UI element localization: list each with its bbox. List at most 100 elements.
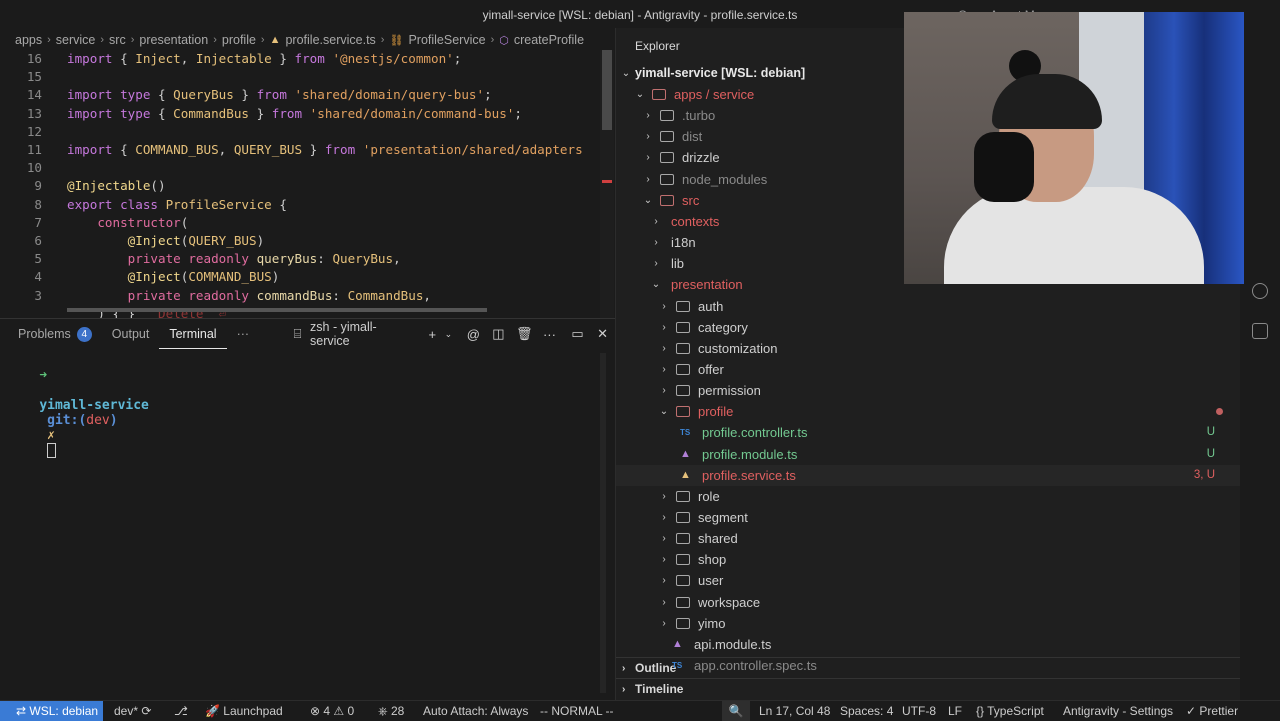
code-token: } <box>302 142 325 157</box>
code-editor[interactable]: ) { } Delete `⏎`3 private readonly comma… <box>0 50 615 318</box>
code-line[interactable]: 10 <box>0 159 615 177</box>
agent-icon[interactable] <box>1252 283 1268 299</box>
code-line[interactable]: 9 @Injectable() <box>0 177 615 195</box>
ports-status[interactable]: ⎈ 28 <box>378 701 404 721</box>
scrollbar-thumb[interactable] <box>602 50 612 130</box>
code-line[interactable]: 8 export class ProfileService { <box>0 196 615 214</box>
folder-item[interactable]: › workspace <box>616 592 1240 613</box>
code-line[interactable]: 5 private readonly queryBus: QueryBus, <box>0 250 615 268</box>
folder-item[interactable]: › yimo <box>616 613 1240 634</box>
folder-item[interactable]: › user <box>616 570 1240 591</box>
terminal-name[interactable]: zsh - yimall-service <box>310 320 410 348</box>
branch-status[interactable]: dev* ⟳ <box>114 701 151 721</box>
panel-more-button[interactable]: ··· <box>227 319 260 349</box>
end-of-line[interactable]: LF <box>948 701 962 721</box>
tree-item-label: segment <box>698 510 748 525</box>
breadcrumb-item[interactable]: createProfile <box>514 33 584 47</box>
code-line[interactable]: 7 constructor( <box>0 214 615 232</box>
breadcrumb-item[interactable]: presentation <box>139 33 208 47</box>
folder-item[interactable]: › category <box>616 317 1240 338</box>
code-line[interactable]: 6 @Inject(QUERY_BUS) <box>0 232 615 250</box>
split-terminal-icon[interactable]: ◫ <box>491 326 506 342</box>
rocket-icon: 🚀 <box>205 704 224 718</box>
language-mode[interactable]: {} TypeScript <box>976 701 1044 721</box>
breadcrumb-item[interactable]: ProfileService <box>408 33 485 47</box>
file-item[interactable]: ▲ profile.module.ts U <box>616 444 1240 465</box>
code-line[interactable]: 4 @Inject(COMMAND_BUS) <box>0 268 615 286</box>
file-item[interactable]: TS app.controller.spec.ts <box>616 655 1240 676</box>
line-number: 3 <box>34 287 42 303</box>
cursor-position[interactable]: Ln 17, Col 48 <box>759 701 830 721</box>
zoom-icon[interactable]: 🔍 <box>722 701 750 721</box>
breadcrumb-item[interactable]: apps <box>15 33 42 47</box>
folder-item[interactable]: › role <box>616 486 1240 507</box>
encoding[interactable]: UTF-8 <box>902 701 936 721</box>
more-icon[interactable]: ··· <box>542 327 557 342</box>
folder-item[interactable]: › shop <box>616 549 1240 570</box>
tab-output[interactable]: Output <box>102 319 160 349</box>
breadcrumb-item[interactable]: profile.service.ts <box>285 33 375 47</box>
git-status-badge: 3, U <box>1193 468 1215 481</box>
code-line[interactable]: 14 import type { QueryBus } from 'shared/… <box>0 86 615 104</box>
breadcrumb-item[interactable]: src <box>109 33 126 47</box>
folder-icon <box>676 363 690 375</box>
horizontal-scrollbar[interactable] <box>67 308 487 312</box>
bottom-panel: Problems 4 Output Terminal ··· ⌸ zsh - yimal… <box>0 318 615 700</box>
chevron-down-icon[interactable]: ⌄ <box>441 329 456 340</box>
prettier-status[interactable]: ✓ Prettier <box>1186 701 1238 721</box>
code-token: import <box>67 51 113 66</box>
line-number: 13 <box>26 105 42 121</box>
code-line[interactable]: 12 <box>0 123 615 141</box>
code-line[interactable]: 16 import { Inject, Injectable } from '@n… <box>0 50 615 68</box>
code-token: } <box>233 87 257 103</box>
tab-terminal[interactable]: Terminal <box>159 319 227 349</box>
file-item[interactable]: ▲ profile.service.ts 3, U <box>616 464 1240 486</box>
maximize-panel-icon[interactable]: ▭ <box>570 326 585 342</box>
remote-indicator[interactable]: ⇄ WSL: debian <box>0 701 103 721</box>
settings-status[interactable]: Antigravity - Settings <box>1063 701 1173 721</box>
launchpad-button[interactable]: 🚀 Launchpad <box>205 701 283 721</box>
tab-problems[interactable]: Problems 4 <box>0 319 102 349</box>
trash-icon[interactable]: 🗑 <box>516 326 533 342</box>
timeline-section[interactable]: › Timeline <box>616 678 1240 699</box>
code-line[interactable]: 3 private readonly commandBus: CommandBu… <box>0 287 615 305</box>
code-line[interactable]: 11 import { COMMAND_BUS, QUERY_BUS } from… <box>0 141 615 159</box>
folder-item[interactable]: › permission <box>616 380 1240 401</box>
code-token: QUERY_BUS <box>233 142 303 157</box>
folder-item[interactable]: › shared <box>616 528 1240 549</box>
folder-item[interactable]: › auth <box>616 296 1240 317</box>
code-line[interactable]: 13 import type { CommandBus } from 'share… <box>0 105 615 123</box>
breadcrumb-item[interactable]: profile <box>222 33 256 47</box>
folder-item[interactable]: › segment <box>616 507 1240 528</box>
tree-item-label: shared <box>698 531 738 547</box>
folder-item[interactable]: › customization <box>616 338 1240 359</box>
file-item[interactable]: ▲ api.module.ts <box>616 634 1240 655</box>
git-graph-icon[interactable]: ⎇ <box>174 701 188 721</box>
at-icon[interactable]: @ <box>466 327 481 342</box>
code-token: , <box>218 142 234 157</box>
status-bar: ⇄ WSL: debian dev* ⟳ ⎇ 🚀 Launchpad ⊗ 4 ⚠… <box>0 700 1280 721</box>
breadcrumb-item[interactable]: service <box>56 33 96 47</box>
tree-item-label: offer <box>698 361 724 377</box>
chevron-right-icon: › <box>646 110 650 122</box>
problems-status[interactable]: ⊗ 4 ⚠ 0 <box>310 701 354 721</box>
chevron-down-icon: ⌄ <box>621 68 631 79</box>
folder-item[interactable]: › offer <box>616 359 1240 380</box>
code-line[interactable]: 15 <box>0 68 615 86</box>
tree-item-label: i18n <box>671 235 696 251</box>
extension-icon[interactable] <box>1252 323 1268 339</box>
prompt-git: git:( <box>47 413 87 428</box>
editor-scrollbar[interactable] <box>600 50 614 318</box>
auto-attach-status[interactable]: Auto Attach: Always <box>423 701 528 721</box>
indentation[interactable]: Spaces: 4 <box>840 701 893 721</box>
terminal-prompt[interactable]: ➜ yimall-service git:(dev) ✗ <box>8 353 149 473</box>
tree-item-label: auth <box>698 298 724 314</box>
code-token: , <box>393 251 401 267</box>
file-item[interactable]: TS profile.controller.ts U <box>616 422 1240 443</box>
close-icon[interactable]: ✕ <box>595 326 610 342</box>
folder-item[interactable]: ⌄ profile <box>616 401 1240 422</box>
new-terminal-icon[interactable]: + <box>425 327 440 342</box>
terminal-scrollbar[interactable] <box>600 353 606 693</box>
